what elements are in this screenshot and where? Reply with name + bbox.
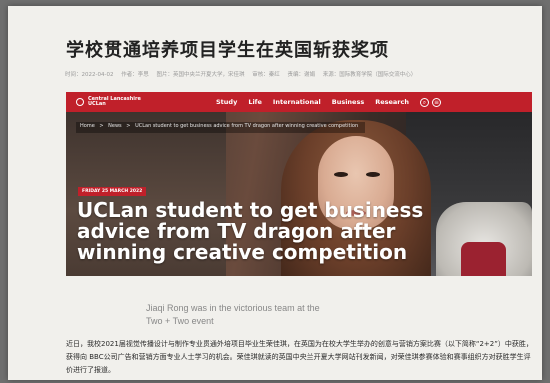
meta-photo: 图片：英国中央兰开夏大学，宋佳琪 bbox=[156, 72, 245, 78]
nav-study[interactable]: Study bbox=[216, 98, 237, 106]
breadcrumb-sep-2: > bbox=[126, 123, 131, 129]
date-badge: FRIDAY 25 MARCH 2022 bbox=[78, 187, 147, 196]
meta-author: 作者：李思 bbox=[121, 72, 149, 78]
nav-international[interactable]: International bbox=[273, 98, 321, 106]
meta-source: 来源：国际教育学院（国际交流中心） bbox=[322, 72, 417, 78]
breadcrumb: Home > News > UCLan student to get busin… bbox=[76, 122, 366, 133]
site-navbar: Central Lancashire UCLan Study Life Inte… bbox=[66, 92, 532, 112]
caption-line-1: Jiaqi Rong was in the victorious team at… bbox=[146, 303, 320, 313]
uclan-logo-icon bbox=[76, 98, 84, 106]
embedded-website-screenshot: Central Lancashire UCLan Study Life Inte… bbox=[66, 92, 532, 276]
meta-review: 审核：秦红 bbox=[252, 72, 280, 78]
news-title: UCLan student to get business advice fro… bbox=[77, 198, 424, 264]
breadcrumb-sep-1: > bbox=[99, 123, 104, 129]
nav-business[interactable]: Business bbox=[332, 98, 364, 106]
image-caption: Jiaqi Rong was in the victorious team at… bbox=[146, 302, 406, 328]
logo-line2: UCLan bbox=[88, 101, 106, 107]
portrait-eye-left bbox=[334, 172, 348, 177]
portrait-coat-accent bbox=[461, 242, 506, 276]
breadcrumb-news[interactable]: News bbox=[108, 123, 122, 129]
menu-icon[interactable]: ≡ bbox=[431, 97, 441, 107]
caption-line-2: Two + Two event bbox=[146, 316, 214, 326]
article-body: 近日，我校2021届视觉传播设计与制作专业贯通外培项目毕业生荣佳琪，在英国为在校… bbox=[66, 340, 533, 374]
breadcrumb-home[interactable]: Home bbox=[80, 123, 95, 129]
uclan-logo[interactable]: Central Lancashire UCLan bbox=[76, 96, 168, 108]
nav-research[interactable]: Research bbox=[375, 98, 409, 106]
meta-editor: 责编：谢娟 bbox=[287, 72, 316, 78]
article-headline: 学校贯通培养项目学生在英国斩获奖项 bbox=[66, 40, 389, 61]
photographed-page: 学校贯通培养项目学生在英国斩获奖项 时间：2022-04-02 作者：李思 图片… bbox=[8, 6, 542, 380]
breadcrumb-current: UCLan student to get business advice fro… bbox=[135, 123, 359, 129]
meta-time: 时间：2022-04-02 bbox=[65, 72, 114, 78]
search-icon[interactable]: ⌕ bbox=[419, 97, 429, 107]
article-meta: 时间：2022-04-02 作者：李思 图片：英国中央兰开夏大学，宋佳琪 审核：… bbox=[65, 70, 535, 78]
site-nav: Study Life International Business Resear… bbox=[216, 98, 420, 106]
portrait-eye-right bbox=[366, 172, 380, 177]
nav-life[interactable]: Life bbox=[248, 98, 262, 106]
